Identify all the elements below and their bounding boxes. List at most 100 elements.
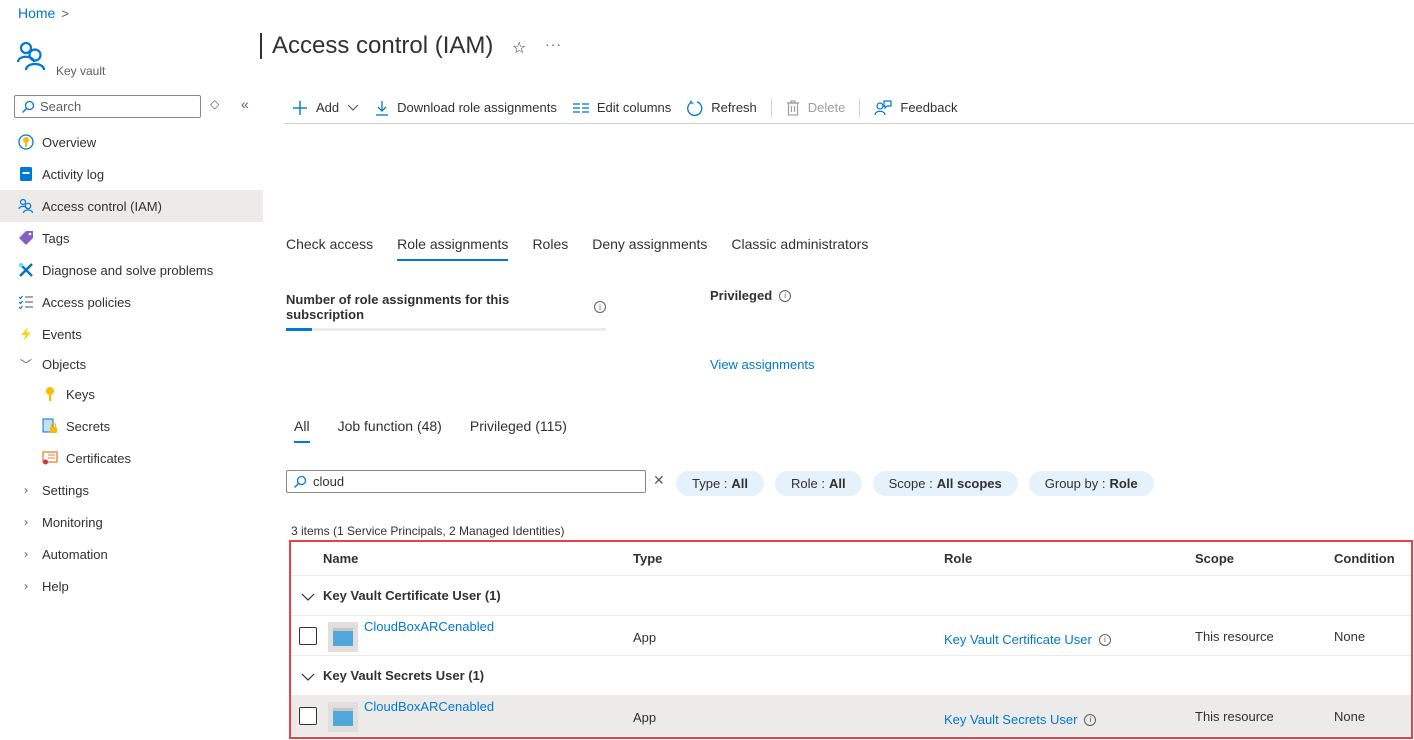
delete-label: Delete (807, 100, 846, 115)
sidebar-item-label: Settings (42, 482, 89, 498)
star-icon[interactable]: ☆ (512, 38, 526, 58)
trash-icon (786, 99, 800, 116)
role-link[interactable]: Key Vault Certificate User (944, 632, 1092, 647)
sidebar-item-label: Automation (42, 546, 108, 562)
columns-icon (572, 102, 589, 114)
info-icon[interactable]: i (779, 289, 792, 302)
plus-icon (292, 100, 308, 116)
edit-columns-button[interactable]: Edit columns (565, 94, 679, 122)
table-row[interactable]: CloudBoxARCenabled App Key Vault Secrets… (291, 696, 1411, 736)
filter-tab-privileged[interactable]: Privileged (115) (470, 418, 567, 443)
app-icon (328, 622, 358, 652)
info-icon[interactable]: i (594, 301, 606, 313)
sidebar-item-events[interactable]: Events (0, 318, 263, 350)
add-button[interactable]: Add (284, 94, 367, 122)
sidebar-search-input[interactable] (40, 99, 190, 114)
principal-name-link[interactable]: CloudBoxARCenabled (364, 699, 494, 714)
sidebar-group-automation[interactable]: › Automation (0, 538, 263, 570)
filter-value: Role (1109, 476, 1138, 491)
download-role-assignments-button[interactable]: Download role assignments (367, 94, 565, 122)
sidebar-item-keys[interactable]: Keys (0, 378, 263, 410)
refresh-button[interactable]: Refresh (679, 94, 765, 122)
iam-tabs: Check access Role assignments Roles Deny… (286, 236, 868, 261)
privileged-card: Privileged i (710, 288, 792, 303)
sidebar-nav: Overview Activity log Access control (IA… (0, 126, 263, 602)
role-assignments-table: Name Type Role Scope Condition Key Vault… (289, 540, 1413, 739)
role-link[interactable]: Key Vault Secrets User (944, 712, 1077, 727)
role-assignments-count-label: Number of role assignments for this subs… (286, 292, 510, 322)
ellipsis-icon[interactable]: ··· (545, 36, 562, 52)
sidebar-item-tags[interactable]: Tags (0, 222, 263, 254)
feedback-label: Feedback (900, 100, 958, 115)
activity-log-icon (18, 166, 34, 182)
filter-tab-all[interactable]: All (294, 418, 310, 443)
sidebar-group-objects[interactable]: ﹀ Objects (0, 350, 263, 378)
sidebar-item-label: Monitoring (42, 514, 103, 530)
assignments-search-input[interactable] (313, 474, 633, 489)
column-header-role[interactable]: Role (944, 551, 972, 566)
tab-classic-administrators[interactable]: Classic administrators (731, 236, 868, 261)
condition-value: None (1334, 629, 1366, 644)
tab-check-access[interactable]: Check access (286, 236, 373, 261)
edit-columns-label: Edit columns (596, 100, 672, 115)
filter-tab-job-function[interactable]: Job function (48) (338, 418, 442, 443)
role-filter-pill[interactable]: Role : All (775, 471, 862, 496)
row-checkbox[interactable] (299, 626, 317, 645)
chevron-down-icon[interactable] (301, 668, 315, 684)
search-icon (22, 100, 35, 113)
chevron-down-icon (347, 100, 359, 115)
principal-name-link[interactable]: CloudBoxARCenabled (364, 619, 494, 634)
chevron-down-icon[interactable] (301, 588, 315, 604)
sidebar-group-monitoring[interactable]: › Monitoring (0, 506, 263, 538)
sidebar-item-certificates[interactable]: Certificates (0, 442, 263, 474)
column-header-type[interactable]: Type (633, 551, 662, 566)
column-header-condition[interactable]: Condition (1334, 551, 1395, 566)
condition-value: None (1334, 709, 1366, 724)
info-icon[interactable]: i (1098, 633, 1111, 646)
sidebar-item-diagnose[interactable]: Diagnose and solve problems (0, 254, 263, 286)
chevron-right-icon: › (24, 547, 28, 561)
sidebar-item-secrets[interactable]: Secrets (0, 410, 263, 442)
principal-type: App (633, 630, 657, 645)
view-assignments-link[interactable]: View assignments (710, 357, 815, 372)
tab-roles[interactable]: Roles (532, 236, 568, 261)
sidebar-item-label: Access policies (42, 294, 131, 310)
row-checkbox[interactable] (299, 706, 317, 725)
column-header-name[interactable]: Name (323, 551, 358, 566)
sidebar-item-overview[interactable]: Overview (0, 126, 263, 158)
page-title-text: Access control (IAM) (272, 32, 494, 59)
clear-search-icon[interactable]: ✕ (653, 472, 665, 489)
assignments-search[interactable] (286, 470, 646, 493)
toolbar-divider (859, 98, 861, 117)
title-divider (260, 33, 262, 59)
sidebar-item-label: Help (42, 578, 69, 594)
table-row[interactable]: CloudBoxARCenabled App Key Vault Certifi… (291, 616, 1411, 656)
refresh-icon (687, 100, 703, 116)
sidebar-group-help[interactable]: › Help (0, 570, 263, 602)
certificate-icon (42, 450, 58, 466)
sort-toggle-icon[interactable]: ◇ (210, 97, 219, 111)
tab-deny-assignments[interactable]: Deny assignments (592, 236, 707, 261)
sidebar-item-access-control[interactable]: Access control (IAM) (0, 190, 263, 222)
column-header-scope[interactable]: Scope (1195, 551, 1234, 566)
type-filter-pill[interactable]: Type : All (676, 471, 765, 496)
group-header-row[interactable]: Key Vault Secrets User (1) (291, 656, 1411, 696)
group-by-pill[interactable]: Group by : Role (1028, 471, 1154, 496)
sidebar-group-settings[interactable]: › Settings (0, 474, 263, 506)
group-header-row[interactable]: Key Vault Certificate User (1) (291, 576, 1411, 616)
info-icon[interactable]: i (1084, 713, 1097, 726)
delete-button[interactable]: Delete (778, 94, 854, 122)
feedback-button[interactable]: Feedback (866, 94, 965, 122)
sidebar-search[interactable] (14, 95, 201, 118)
scope-filter-pill[interactable]: Scope : All scopes (872, 471, 1018, 496)
sidebar-item-label: Secrets (66, 418, 111, 434)
chevron-right-icon: › (24, 483, 28, 497)
tab-role-assignments[interactable]: Role assignments (397, 236, 509, 261)
scope-value: This resource (1195, 709, 1274, 724)
sidebar-item-access-policies[interactable]: Access policies (0, 286, 263, 318)
sidebar-item-label: Objects (42, 356, 87, 372)
breadcrumb-home-link[interactable]: Home (18, 5, 55, 21)
sidebar-item-activity-log[interactable]: Activity log (0, 158, 263, 190)
collapse-sidebar-icon[interactable]: « (241, 96, 249, 112)
search-icon (294, 475, 307, 488)
